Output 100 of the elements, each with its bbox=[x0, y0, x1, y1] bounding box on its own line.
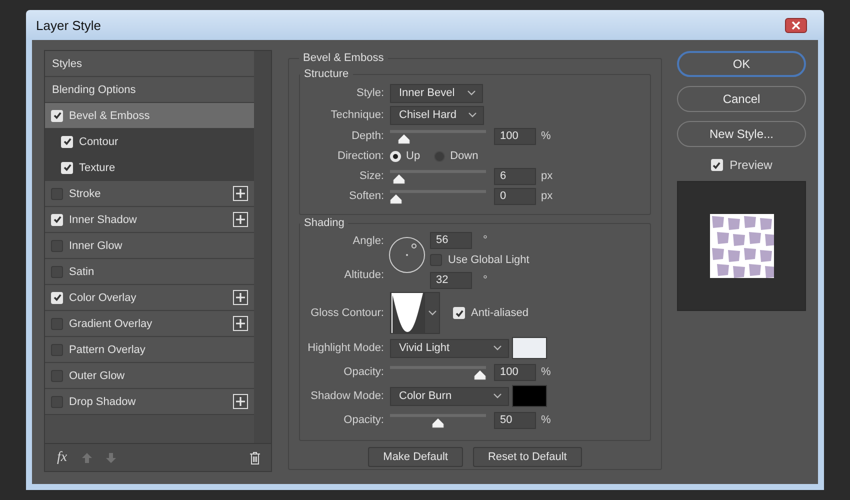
altitude-field[interactable]: 32 bbox=[430, 272, 472, 288]
value-field[interactable]: 0 bbox=[494, 188, 536, 204]
effect-list-item[interactable]: Styles bbox=[45, 51, 254, 77]
value-field[interactable]: 50 bbox=[494, 412, 536, 428]
checkbox[interactable] bbox=[51, 318, 63, 330]
unit-label: ° bbox=[483, 234, 488, 246]
value-field[interactable]: 100 bbox=[494, 128, 536, 144]
effect-label: Gradient Overlay bbox=[69, 318, 152, 330]
effect-label: Styles bbox=[52, 58, 82, 70]
field-label: Size: bbox=[358, 170, 384, 182]
slider-thumb[interactable] bbox=[474, 370, 486, 380]
unit-label: % bbox=[541, 414, 551, 426]
add-button[interactable] bbox=[233, 394, 248, 409]
checkbox[interactable] bbox=[51, 188, 63, 200]
plus-icon bbox=[235, 188, 246, 199]
effect-list-item[interactable]: Stroke bbox=[45, 181, 254, 207]
fx-button[interactable]: fx bbox=[55, 450, 70, 466]
add-button[interactable] bbox=[233, 316, 248, 331]
checkbox-label: Preview bbox=[730, 158, 772, 172]
caret-icon bbox=[493, 345, 502, 351]
add-button[interactable] bbox=[233, 290, 248, 305]
caret-icon bbox=[466, 90, 476, 96]
dropdown[interactable]: Chisel Hard bbox=[390, 106, 484, 124]
texture-preview-drawing bbox=[710, 214, 774, 278]
unit-label: px bbox=[541, 170, 553, 182]
color-swatch[interactable] bbox=[512, 337, 547, 359]
dialog-button[interactable]: Cancel bbox=[677, 86, 806, 112]
field-label: Angle: bbox=[352, 235, 384, 247]
effect-list-item[interactable]: Pattern Overlay bbox=[45, 337, 254, 363]
unit-label: % bbox=[541, 130, 551, 142]
effect-list-item[interactable]: Satin bbox=[45, 259, 254, 285]
effect-list-item[interactable]: Bevel & Emboss bbox=[45, 103, 254, 129]
effect-label: Texture bbox=[79, 162, 116, 174]
plus-icon bbox=[235, 292, 246, 303]
unit-label: ° bbox=[483, 274, 488, 286]
checkbox[interactable] bbox=[51, 344, 63, 356]
default-button[interactable]: Reset to Default bbox=[472, 447, 582, 467]
dropdown[interactable]: Color Burn bbox=[390, 386, 509, 406]
slider-thumb[interactable] bbox=[390, 194, 402, 204]
checkbox[interactable] bbox=[430, 254, 442, 266]
value-field[interactable]: 100 bbox=[494, 364, 536, 380]
effect-list-item[interactable]: Inner Shadow bbox=[45, 207, 254, 233]
effect-list-item[interactable]: Contour bbox=[45, 129, 254, 155]
unit-label: % bbox=[541, 366, 551, 378]
caret-icon bbox=[468, 112, 478, 118]
close-button[interactable] bbox=[785, 18, 807, 32]
plus-icon bbox=[235, 318, 246, 329]
checkbox[interactable] bbox=[51, 370, 63, 382]
dropdown[interactable]: Inner Bevel bbox=[390, 84, 483, 102]
effect-list-item[interactable]: Color Overlay bbox=[45, 285, 254, 311]
checkbox[interactable] bbox=[51, 240, 63, 252]
effect-list-item[interactable]: Gradient Overlay bbox=[45, 311, 254, 337]
field-label: Direction: bbox=[336, 150, 384, 162]
field-label: Soften: bbox=[348, 190, 384, 202]
radio-button[interactable] bbox=[434, 150, 446, 162]
dropdown[interactable]: Vivid Light bbox=[390, 338, 509, 358]
effect-list-item[interactable]: Blending Options bbox=[45, 77, 254, 103]
checkbox-label: Anti-aliased bbox=[471, 307, 528, 319]
radio-label: Down bbox=[450, 150, 478, 162]
effect-list-item[interactable]: Texture bbox=[45, 155, 254, 181]
field-label: Style: bbox=[355, 87, 384, 99]
slider-thumb[interactable] bbox=[393, 174, 406, 184]
radio-label: Up bbox=[406, 150, 420, 162]
field-label: Altitude: bbox=[343, 269, 384, 281]
checkbox[interactable] bbox=[51, 266, 63, 278]
angle-dial[interactable] bbox=[388, 236, 426, 274]
default-button[interactable]: Make Default bbox=[368, 447, 463, 467]
add-button[interactable] bbox=[233, 186, 248, 201]
add-button[interactable] bbox=[233, 212, 248, 227]
effect-label: Drop Shadow bbox=[69, 396, 136, 408]
field-label: Opacity: bbox=[342, 366, 384, 378]
slider-thumb[interactable] bbox=[398, 134, 410, 144]
value-field[interactable]: 6 bbox=[494, 168, 536, 184]
effect-label: Contour bbox=[79, 136, 118, 148]
field-label: Shadow Mode: bbox=[310, 390, 384, 402]
slider-thumb[interactable] bbox=[432, 418, 444, 428]
effect-label: Pattern Overlay bbox=[69, 344, 146, 356]
effect-label: Stroke bbox=[69, 188, 101, 200]
checkbox-label: Use Global Light bbox=[448, 254, 530, 266]
window-title: Layer Style bbox=[36, 18, 102, 32]
gloss-contour-picker[interactable] bbox=[390, 292, 440, 334]
caret-icon bbox=[428, 310, 436, 316]
ok-button[interactable]: OK bbox=[677, 51, 806, 77]
trash-icon[interactable] bbox=[249, 450, 261, 464]
field-label: Highlight Mode: bbox=[306, 342, 384, 354]
field-label: Opacity: bbox=[342, 414, 384, 426]
plus-icon bbox=[235, 396, 246, 407]
effect-label: Blending Options bbox=[52, 84, 136, 96]
effect-list-item[interactable]: Drop Shadow bbox=[45, 389, 254, 415]
effect-label: Satin bbox=[69, 266, 94, 278]
color-swatch[interactable] bbox=[512, 385, 547, 407]
group-title: Shading bbox=[303, 217, 346, 229]
checkbox[interactable] bbox=[51, 396, 63, 408]
unit-label: px bbox=[541, 190, 553, 202]
effect-list-item[interactable]: Inner Glow bbox=[45, 233, 254, 259]
effect-list-item[interactable]: Outer Glow bbox=[45, 363, 254, 389]
caret-icon bbox=[493, 393, 502, 399]
dialog-button[interactable]: New Style... bbox=[677, 121, 806, 147]
field-label: Technique: bbox=[330, 109, 384, 121]
angle-field[interactable]: 56 bbox=[430, 232, 472, 248]
